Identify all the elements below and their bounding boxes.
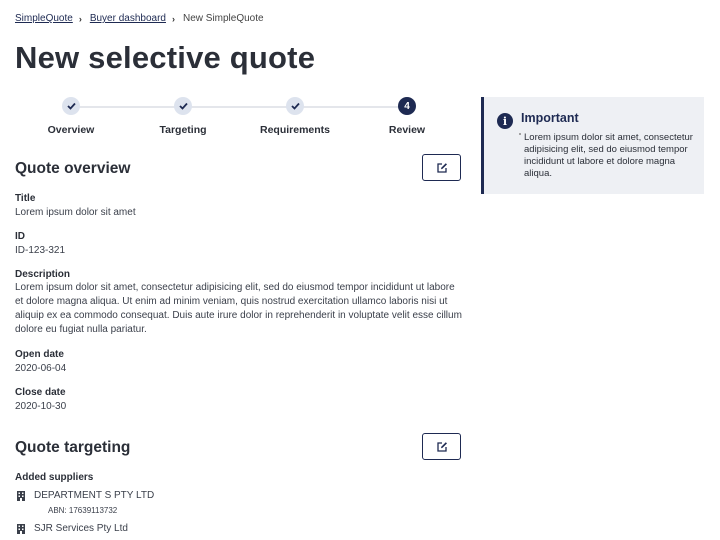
added-suppliers-label: Added suppliers (15, 472, 94, 483)
callout-title: Important (521, 111, 579, 125)
step-overview[interactable]: Overview (15, 95, 127, 136)
field-value-title: Lorem ipsum dolor sit amet (15, 207, 136, 218)
breadcrumb: SimpleQuote › Buyer dashboard › New Simp… (15, 13, 264, 24)
field-label-close-date: Close date (15, 387, 66, 398)
chevron-right-icon: › (78, 13, 82, 24)
building-icon (17, 524, 25, 534)
step-label: Review (388, 124, 426, 136)
section-title-quote-overview: Quote overview (15, 160, 131, 177)
supplier-abn: ABN: 17639113732 (48, 506, 118, 515)
breadcrumb-link-simplequote[interactable]: SimpleQuote (15, 13, 73, 24)
progress-stepper: Overview Targeting Requirements 4 Review (15, 95, 465, 140)
check-icon (286, 97, 304, 115)
chevron-right-icon: › (171, 13, 175, 24)
step-number: 4 (398, 97, 416, 115)
check-icon (174, 97, 192, 115)
field-value-id: ID-123-321 (15, 245, 66, 256)
breadcrumb-current: New SimpleQuote (182, 13, 264, 24)
field-label-title: Title (15, 193, 36, 204)
field-label-description: Description (15, 269, 71, 280)
step-label: Requirements (259, 124, 331, 136)
step-label: Targeting (159, 124, 207, 136)
field-value-description: Lorem ipsum dolor sit amet, consectetur … (15, 282, 462, 335)
step-review: 4 Review (351, 95, 463, 136)
field-label-open-date: Open date (15, 349, 64, 360)
step-targeting[interactable]: Targeting (127, 95, 239, 136)
supplier-name: DEPARTMENT S PTY LTD (34, 490, 155, 501)
info-icon: i (497, 113, 513, 129)
edit-targeting-button[interactable] (422, 433, 461, 460)
edit-overview-button[interactable] (422, 154, 461, 181)
field-label-id: ID (15, 231, 25, 242)
edit-icon (436, 162, 447, 173)
field-value-close-date: 2020-10-30 (15, 401, 67, 412)
callout-text: Lorem ipsum dolor sit amet, consectetur … (519, 132, 693, 179)
field-value-open-date: 2020-06-04 (15, 363, 67, 374)
check-icon (62, 97, 80, 115)
page-title: New selective quote (15, 40, 316, 75)
step-label: Overview (47, 124, 95, 136)
step-requirements[interactable]: Requirements (239, 95, 351, 136)
edit-icon (436, 441, 447, 452)
important-callout: i Important Lorem ipsum dolor sit amet, … (481, 97, 704, 194)
building-icon (17, 491, 25, 501)
supplier-name: SJR Services Pty Ltd (34, 523, 128, 534)
section-title-quote-targeting: Quote targeting (15, 439, 131, 456)
breadcrumb-link-buyer-dashboard[interactable]: Buyer dashboard (90, 13, 166, 24)
